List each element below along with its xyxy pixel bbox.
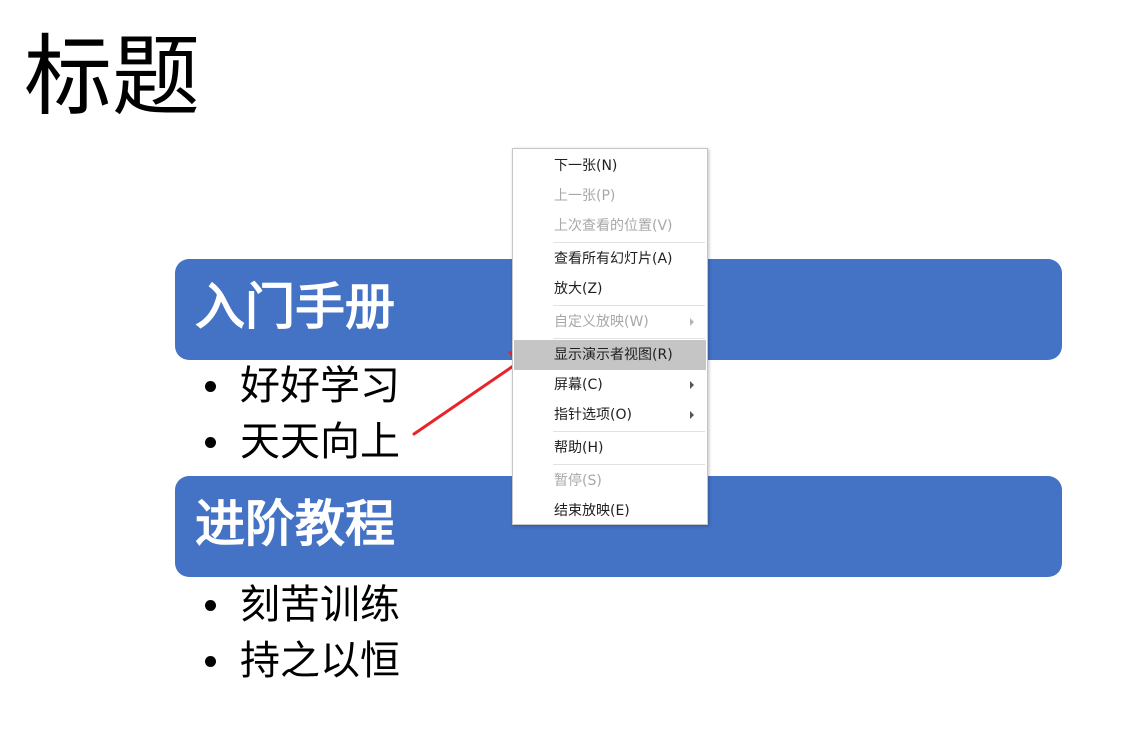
- menu-item-label: 自定义放映(W): [554, 314, 649, 330]
- menu-item-presenter-view[interactable]: 显示演示者视图(R): [514, 340, 706, 370]
- bullet-dot-icon: [205, 437, 216, 448]
- bullet-dot-icon: [205, 656, 216, 667]
- menu-item-label: 指针选项(O): [554, 407, 632, 423]
- menu-item-end-show[interactable]: 结束放映(E): [514, 496, 706, 526]
- menu-item-see-all-slides[interactable]: 查看所有幻灯片(A): [514, 244, 706, 274]
- bullet-text: 刻苦训练: [240, 582, 400, 628]
- section-heading: 进阶教程: [195, 494, 395, 553]
- bullet-list: 好好学习 天天向上: [205, 358, 400, 470]
- bullet-list: 刻苦训练 持之以恒: [205, 577, 400, 689]
- bullet-text: 持之以恒: [240, 638, 400, 684]
- bullet-item: 天天向上: [205, 414, 400, 470]
- submenu-arrow-icon: [690, 318, 694, 326]
- bullet-text: 天天向上: [240, 419, 400, 465]
- menu-item-screen[interactable]: 屏幕(C): [514, 370, 706, 400]
- menu-item-help[interactable]: 帮助(H): [514, 433, 706, 463]
- menu-separator: [553, 305, 705, 306]
- bullet-dot-icon: [205, 381, 216, 392]
- menu-separator: [553, 431, 705, 432]
- submenu-arrow-icon: [690, 381, 694, 389]
- menu-separator: [553, 242, 705, 243]
- bullet-item: 持之以恒: [205, 633, 400, 689]
- section-heading: 入门手册: [195, 277, 395, 336]
- menu-item-pointer-options[interactable]: 指针选项(O): [514, 400, 706, 430]
- menu-item-next[interactable]: 下一张(N): [514, 151, 706, 181]
- bullet-dot-icon: [205, 600, 216, 611]
- menu-item-custom-show: 自定义放映(W): [514, 307, 706, 337]
- submenu-arrow-icon: [690, 411, 694, 419]
- menu-separator: [553, 464, 705, 465]
- bullet-text: 好好学习: [240, 363, 400, 409]
- slide-title: 标题: [24, 25, 201, 128]
- bullet-item: 刻苦训练: [205, 577, 400, 633]
- menu-separator: [553, 338, 705, 339]
- menu-item-label: 屏幕(C): [554, 377, 603, 393]
- bullet-item: 好好学习: [205, 358, 400, 414]
- menu-item-zoom[interactable]: 放大(Z): [514, 274, 706, 304]
- menu-item-pause: 暂停(S): [554, 473, 602, 489]
- menu-item-last-viewed: 上次查看的位置(V): [554, 218, 673, 234]
- context-menu: 下一张(N) 上一张(P) 上次查看的位置(V) 查看所有幻灯片(A) 放大(Z…: [512, 148, 708, 525]
- menu-item-previous: 上一张(P): [554, 188, 616, 204]
